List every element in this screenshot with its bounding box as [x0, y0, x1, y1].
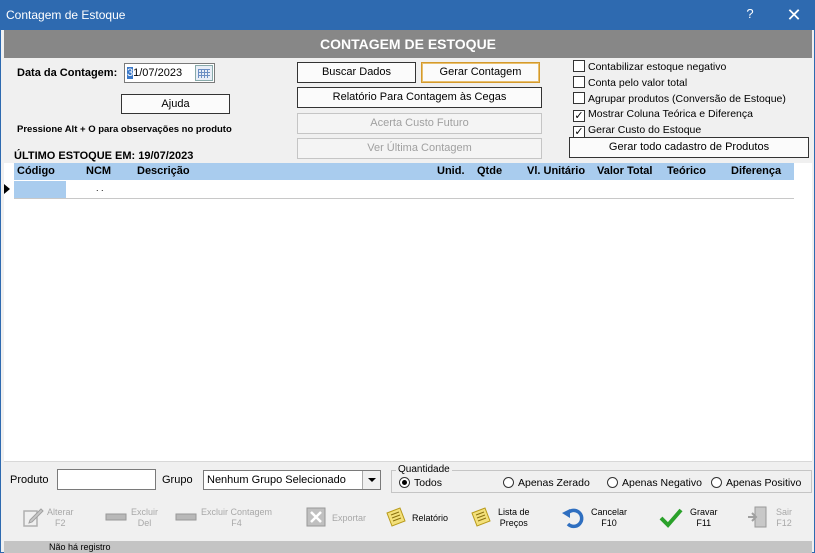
window-title: Contagem de Estoque	[6, 8, 126, 22]
bottom-toolbar: Alterar F2 Excluir Del Excluir Contagem F4 …	[4, 495, 812, 541]
option-valor-total[interactable]: Conta pelo valor total	[573, 76, 687, 89]
sair-button[interactable]: Sair F12	[746, 501, 796, 535]
radio-icon[interactable]	[711, 477, 722, 488]
relatorio-cegas-button[interactable]: Relatório Para Contagem às Cegas	[297, 87, 542, 108]
help-button[interactable]: Ajuda	[121, 94, 230, 114]
lista-precos-button[interactable]: Lista de Preços	[469, 501, 531, 535]
checkbox-icon[interactable]	[573, 60, 585, 72]
checkbox-icon[interactable]	[573, 76, 585, 88]
cancelar-button[interactable]: Cancelar F10	[561, 501, 631, 535]
buscar-dados-button[interactable]: Buscar Dados	[297, 62, 416, 83]
minus-icon	[105, 513, 127, 521]
grupo-select[interactable]: Nenhum Grupo Selecionado	[203, 470, 381, 490]
excluir-button[interactable]: Excluir Del	[104, 501, 160, 535]
check-icon	[659, 508, 683, 528]
help-icon[interactable]: ?	[742, 6, 758, 24]
main-window: Contagem de Estoque ? ✕ CONTAGEM DE ESTO…	[0, 0, 815, 553]
quantidade-legend: Quantidade	[396, 464, 452, 475]
hint-text: Pressione Alt + O para observações no pr…	[17, 124, 232, 135]
close-icon[interactable]: ✕	[784, 4, 804, 26]
report-icon	[386, 507, 406, 527]
gravar-button[interactable]: Gravar F11	[659, 501, 721, 535]
produto-label: Produto	[10, 474, 49, 486]
col-descricao[interactable]: Descrição	[137, 165, 190, 177]
grid-header: Código NCM Descrição Unid. Qtde Vl. Unit…	[14, 163, 794, 180]
quantidade-group: Quantidade Todos Apenas Zerado Apenas Ne…	[391, 464, 812, 493]
calendar-icon[interactable]	[195, 65, 213, 81]
excluir-contagem-button[interactable]: Excluir Contagem F4	[174, 501, 274, 535]
table-row[interactable]: . .	[14, 180, 794, 199]
checkbox-icon[interactable]	[573, 92, 585, 104]
date-value: 1/07/2023	[133, 67, 183, 79]
acerta-custo-button[interactable]: Acerta Custo Futuro	[297, 113, 542, 134]
checkbox-checked-icon[interactable]: ✓	[573, 110, 585, 122]
col-codigo[interactable]: Código	[17, 165, 55, 177]
status-text: Não há registro	[49, 542, 111, 552]
page-title: CONTAGEM DE ESTOQUE	[4, 30, 812, 58]
chevron-down-icon[interactable]	[362, 471, 380, 489]
relatorio-button[interactable]: Relatório	[384, 501, 450, 535]
price-list-icon	[471, 507, 491, 527]
row-indicator-icon	[4, 184, 10, 194]
radio-icon[interactable]	[503, 477, 514, 488]
date-input[interactable]: 31/07/2023	[124, 63, 215, 83]
ver-ultima-contagem-button[interactable]: Ver Última Contagem	[297, 138, 542, 159]
col-valor-total[interactable]: Valor Total	[597, 165, 652, 177]
col-diferenca[interactable]: Diferença	[731, 165, 781, 177]
option-agrupar-produtos[interactable]: Agrupar produtos (Conversão de Estoque)	[573, 92, 786, 105]
active-cell[interactable]	[14, 181, 66, 198]
date-label: Data da Contagem:	[17, 67, 118, 79]
stock-grid[interactable]: Código NCM Descrição Unid. Qtde Vl. Unit…	[4, 163, 812, 461]
col-vl-unitario[interactable]: Vl. Unitário	[527, 165, 585, 177]
exit-door-icon	[748, 506, 767, 528]
title-bar: Contagem de Estoque ? ✕	[1, 1, 814, 30]
radio-apenas-negativo[interactable]: Apenas Negativo	[607, 477, 702, 489]
edit-icon	[23, 508, 44, 527]
filter-bar: Produto Grupo Nenhum Grupo Selecionado Q…	[4, 461, 812, 495]
radio-selected-icon[interactable]	[399, 477, 410, 488]
top-panel: Data da Contagem: 31/07/2023 Ajuda Press…	[4, 58, 812, 163]
radio-apenas-zerado[interactable]: Apenas Zerado	[503, 477, 590, 489]
radio-todos[interactable]: Todos	[399, 477, 442, 489]
col-ncm[interactable]: NCM	[86, 165, 111, 177]
exportar-button[interactable]: Exportar	[304, 501, 368, 535]
grupo-label: Grupo	[162, 474, 193, 486]
produto-input[interactable]	[57, 469, 156, 490]
undo-icon	[562, 508, 584, 529]
col-unid[interactable]: Unid.	[437, 165, 465, 177]
gerar-contagem-button[interactable]: Gerar Contagem	[421, 62, 540, 83]
row-ncm: . .	[96, 183, 104, 193]
radio-apenas-positivo[interactable]: Apenas Positivo	[711, 477, 801, 489]
col-teorico[interactable]: Teórico	[667, 165, 706, 177]
gerar-cadastro-button[interactable]: Gerar todo cadastro de Produtos	[569, 137, 809, 158]
status-bar: Não há registro	[4, 541, 812, 553]
last-stock-label: ÚLTIMO ESTOQUE EM: 19/07/2023	[14, 150, 194, 162]
alterar-button[interactable]: Alterar F2	[21, 501, 81, 535]
minus-icon	[175, 513, 197, 521]
radio-icon[interactable]	[607, 477, 618, 488]
option-mostrar-teorica[interactable]: ✓ Mostrar Coluna Teórica e Diferença	[573, 108, 753, 122]
option-gerar-custo[interactable]: ✓ Gerar Custo do Estoque	[573, 124, 701, 138]
excel-icon	[306, 507, 326, 527]
col-qtde[interactable]: Qtde	[477, 165, 502, 177]
option-contabilizar-negativo[interactable]: Contabilizar estoque negativo	[573, 60, 726, 73]
